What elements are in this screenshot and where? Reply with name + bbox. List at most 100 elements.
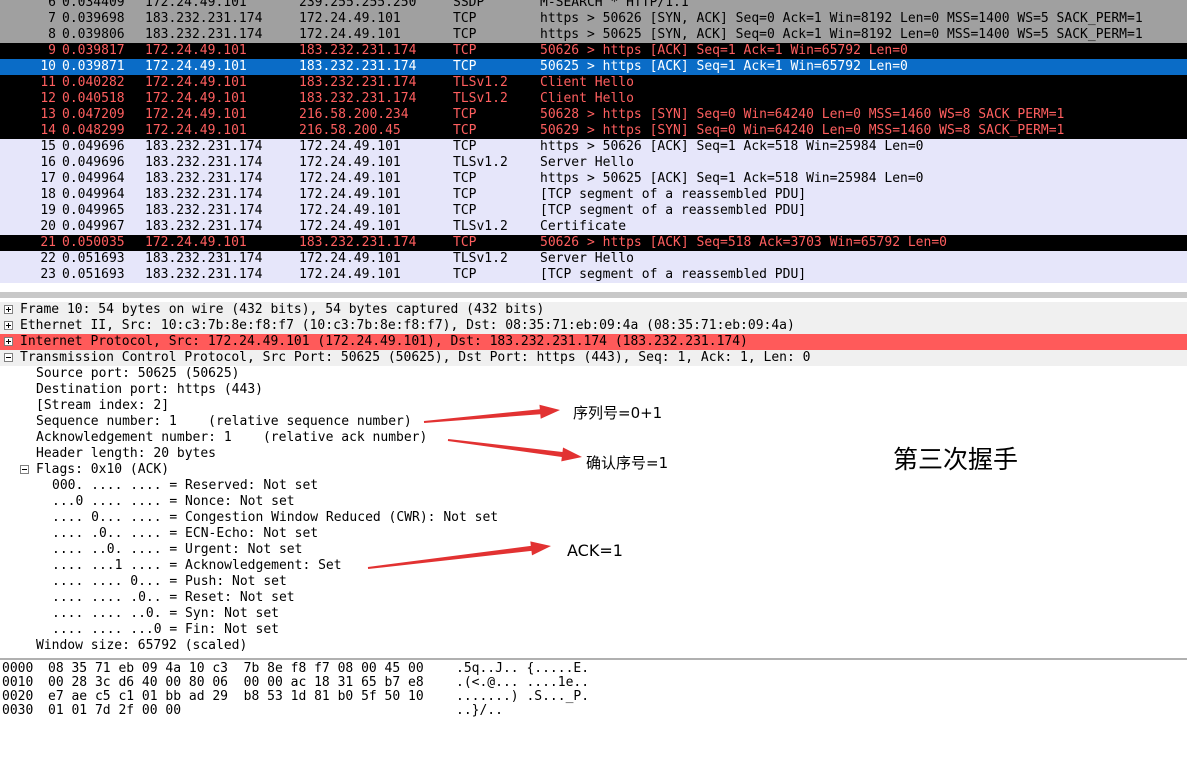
detail-tree-item[interactable]: .... .... ...0 = Fin: Not set	[0, 622, 1187, 638]
detail-tree-item[interactable]: Source port: 50625 (50625)	[0, 366, 1187, 382]
packet-row[interactable]: 18 0.049964 183.232.231.174 172.24.49.101 TC…	[0, 187, 1187, 203]
collapse-icon[interactable]	[20, 465, 29, 474]
packet-time: 0.034409	[62, 0, 125, 10]
packet-source: 183.232.231.174	[145, 155, 263, 170]
packet-row[interactable]: 13 0.047209 172.24.49.101 216.58.200.234 TCP…	[0, 107, 1187, 123]
packet-number: 7	[48, 11, 56, 26]
packet-protocol: TCP	[453, 11, 477, 26]
packet-info: https > 50625 [ACK] Seq=1 Ack=518 Win=25…	[540, 171, 924, 186]
packet-row[interactable]: 10 0.039871 172.24.49.101 183.232.231.174 TC…	[0, 59, 1187, 75]
expand-icon[interactable]	[4, 321, 13, 330]
packet-row[interactable]: 17 0.049964 183.232.231.174 172.24.49.101 TC…	[0, 171, 1187, 187]
packet-destination: 172.24.49.101	[299, 11, 401, 26]
pane-divider-top[interactable]	[0, 292, 1187, 298]
detail-tree-item[interactable]: Internet Protocol, Src: 172.24.49.101 (1…	[0, 334, 1187, 350]
packet-source: 183.232.231.174	[145, 251, 263, 266]
packet-source: 172.24.49.101	[145, 59, 247, 74]
packet-list[interactable]: 6 0.034409 172.24.49.101 239.255.255.250 SSD…	[0, 0, 1187, 290]
packet-destination: 183.232.231.174	[299, 43, 417, 58]
packet-protocol: TCP	[453, 43, 477, 58]
packet-info: M-SEARCH * HTTP/1.1	[540, 0, 689, 10]
packet-destination: 216.58.200.234	[299, 107, 409, 122]
detail-tree-item[interactable]: Window size: 65792 (scaled)	[0, 638, 1187, 654]
packet-time: 0.050035	[62, 235, 125, 250]
packet-row[interactable]: 11 0.040282 172.24.49.101 183.232.231.174 TL…	[0, 75, 1187, 91]
pane-divider-bottom[interactable]	[0, 658, 1187, 660]
packet-info: https > 50626 [ACK] Seq=1 Ack=518 Win=25…	[540, 139, 924, 154]
detail-tree-item[interactable]: .... .... .0.. = Reset: Not set	[0, 590, 1187, 606]
detail-tree-item[interactable]: .... .0.. .... = ECN-Echo: Not set	[0, 526, 1187, 542]
ack-number-annotation: 确认序号=1	[586, 454, 669, 472]
detail-tree-item[interactable]: 000. .... .... = Reserved: Not set	[0, 478, 1187, 494]
packet-row[interactable]: 12 0.040518 172.24.49.101 183.232.231.174 TL…	[0, 91, 1187, 107]
detail-text: Window size: 65792 (scaled)	[36, 638, 248, 653]
packet-row[interactable]: 16 0.049696 183.232.231.174 172.24.49.101 TL…	[0, 155, 1187, 171]
detail-tree-item[interactable]: Transmission Control Protocol, Src Port:…	[0, 350, 1187, 366]
packet-info: 50628 > https [SYN] Seq=0 Win=64240 Len=…	[540, 107, 1065, 122]
detail-text: .... .... .0.. = Reset: Not set	[52, 590, 295, 605]
packet-destination: 172.24.49.101	[299, 203, 401, 218]
packet-time: 0.040518	[62, 91, 125, 106]
packet-row[interactable]: 21 0.050035 172.24.49.101 183.232.231.174 TC…	[0, 235, 1187, 251]
detail-tree-item[interactable]: .... .... 0... = Push: Not set	[0, 574, 1187, 590]
detail-text: .... ..0. .... = Urgent: Not set	[52, 542, 303, 557]
packet-destination: 172.24.49.101	[299, 187, 401, 202]
detail-tree-item[interactable]: .... .... ..0. = Syn: Not set	[0, 606, 1187, 622]
packet-protocol: TCP	[453, 235, 477, 250]
packet-bytes-pane[interactable]: 0000 08 35 71 eb 09 4a 10 c3 7b 8e f8 f7 …	[0, 662, 1187, 722]
packet-time: 0.047209	[62, 107, 125, 122]
packet-number: 6	[48, 0, 56, 10]
packet-destination: 183.232.231.174	[299, 91, 417, 106]
packet-protocol: TLSv1.2	[453, 251, 508, 266]
packet-info: https > 50626 [SYN, ACK] Seq=0 Ack=1 Win…	[540, 11, 1143, 26]
packet-protocol: TLSv1.2	[453, 91, 508, 106]
packet-row[interactable]: 23 0.051693 183.232.231.174 172.24.49.101 TC…	[0, 267, 1187, 283]
hex-ascii: .(<.@... ....1e..	[456, 675, 590, 690]
packet-info: [TCP segment of a reassembled PDU]	[540, 187, 807, 202]
collapse-icon[interactable]	[4, 353, 13, 362]
packet-info: Server Hello	[540, 155, 634, 170]
hex-bytes: 08 35 71 eb 09 4a 10 c3 7b 8e f8 f7 08 0…	[48, 661, 424, 676]
detail-tree-item[interactable]: Destination port: https (443)	[0, 382, 1187, 398]
expand-icon[interactable]	[4, 305, 13, 314]
detail-tree-item[interactable]: ...0 .... .... = Nonce: Not set	[0, 494, 1187, 510]
packet-time: 0.049696	[62, 155, 125, 170]
packet-row[interactable]: 19 0.049965 183.232.231.174 172.24.49.101 TC…	[0, 203, 1187, 219]
packet-time: 0.040282	[62, 75, 125, 90]
packet-protocol: SSDP	[453, 0, 485, 10]
detail-tree-item[interactable]: .... ...1 .... = Acknowledgement: Set	[0, 558, 1187, 574]
detail-text: Destination port: https (443)	[36, 382, 263, 397]
packet-info: 50625 > https [ACK] Seq=1 Ack=1 Win=6579…	[540, 59, 908, 74]
packet-row[interactable]: 15 0.049696 183.232.231.174 172.24.49.101 TC…	[0, 139, 1187, 155]
packet-info: 50626 > https [ACK] Seq=1 Ack=1 Win=6579…	[540, 43, 908, 58]
packet-row[interactable]: 7 0.039698 183.232.231.174 172.24.49.101 TCP…	[0, 11, 1187, 27]
packet-protocol: TCP	[453, 59, 477, 74]
packet-row[interactable]: 20 0.049967 183.232.231.174 172.24.49.101 TL…	[0, 219, 1187, 235]
packet-destination: 239.255.255.250	[299, 0, 417, 10]
packet-protocol: TLSv1.2	[453, 219, 508, 234]
packet-details-pane[interactable]: Frame 10: 54 bytes on wire (432 bits), 5…	[0, 302, 1187, 657]
hex-offset: 0010	[2, 675, 34, 690]
detail-text: ...0 .... .... = Nonce: Not set	[52, 494, 295, 509]
detail-tree-item[interactable]: .... 0... .... = Congestion Window Reduc…	[0, 510, 1187, 526]
detail-text: Sequence number: 1 (relative sequence nu…	[36, 414, 412, 429]
packet-row[interactable]: 14 0.048299 172.24.49.101 216.58.200.45 TCP 5…	[0, 123, 1187, 139]
packet-source: 172.24.49.101	[145, 235, 247, 250]
packet-row[interactable]: 22 0.051693 183.232.231.174 172.24.49.101 TL…	[0, 251, 1187, 267]
packet-row[interactable]: 8 0.039806 183.232.231.174 172.24.49.101 TCP…	[0, 27, 1187, 43]
packet-row[interactable]: 9 0.039817 172.24.49.101 183.232.231.174 TCP…	[0, 43, 1187, 59]
hex-bytes: 00 28 3c d6 40 00 80 06 00 00 ac 18 31 6…	[48, 675, 424, 690]
detail-text: .... .... ..0. = Syn: Not set	[52, 606, 279, 621]
packet-time: 0.049965	[62, 203, 125, 218]
packet-row[interactable]: 6 0.034409 172.24.49.101 239.255.255.250 SSD…	[0, 0, 1187, 11]
packet-protocol: TCP	[453, 203, 477, 218]
packet-time: 0.048299	[62, 123, 125, 138]
detail-text: Header length: 20 bytes	[36, 446, 217, 461]
detail-tree-item[interactable]: Ethernet II, Src: 10:c3:7b:8e:f8:f7 (10:…	[0, 318, 1187, 334]
expand-icon[interactable]	[4, 337, 13, 346]
packet-time: 0.049964	[62, 187, 125, 202]
packet-destination: 172.24.49.101	[299, 139, 401, 154]
seq-annotation: 序列号=0+1	[573, 404, 663, 422]
detail-tree-item[interactable]: Frame 10: 54 bytes on wire (432 bits), 5…	[0, 302, 1187, 318]
packet-number: 22	[40, 251, 56, 266]
